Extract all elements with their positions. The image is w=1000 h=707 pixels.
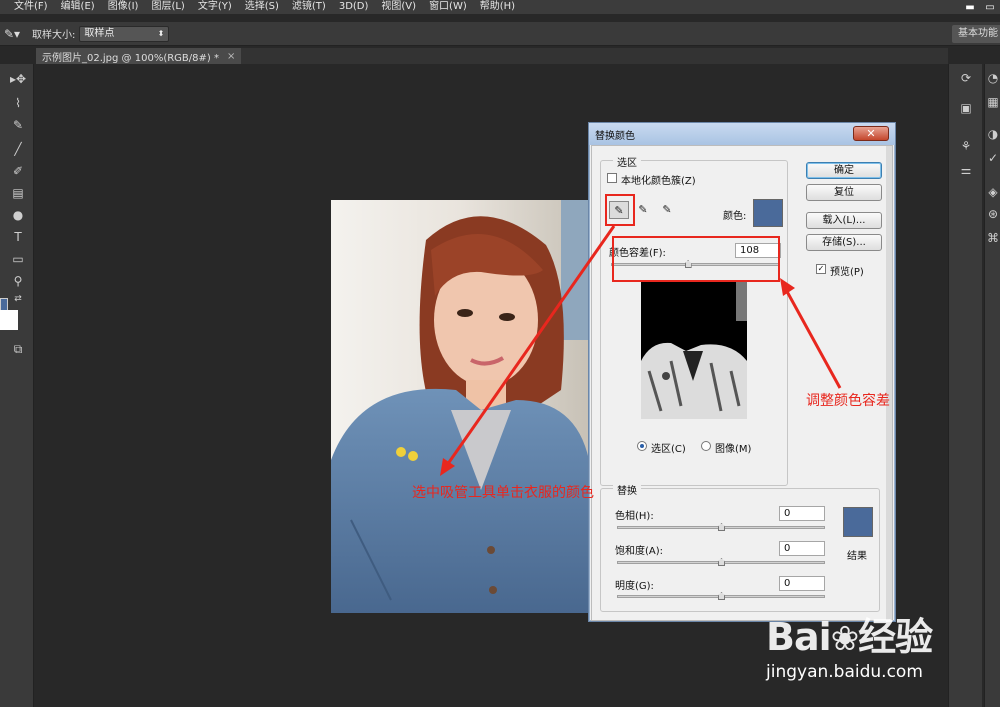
watermark-url: jingyan.baidu.com [766, 662, 923, 682]
eyedropper-annotation: 选中吸管工具单击衣服的颜色 [412, 485, 594, 501]
tolerance-annotation: 调整颜色容差 [806, 393, 890, 409]
paw-icon: ❀ [830, 619, 859, 659]
watermark-jingyan: 经验 [858, 615, 933, 659]
arrow-to-clothes [443, 225, 616, 469]
baidu-jingyan-watermark: Bai❀经验 jingyan.baidu.com [766, 600, 996, 700]
watermark-bai: Bai [766, 615, 832, 659]
arrow-to-clothes-head [440, 458, 455, 476]
arrow-to-tolerance [782, 285, 842, 389]
watermark-brand: Bai❀经验 [766, 606, 933, 661]
